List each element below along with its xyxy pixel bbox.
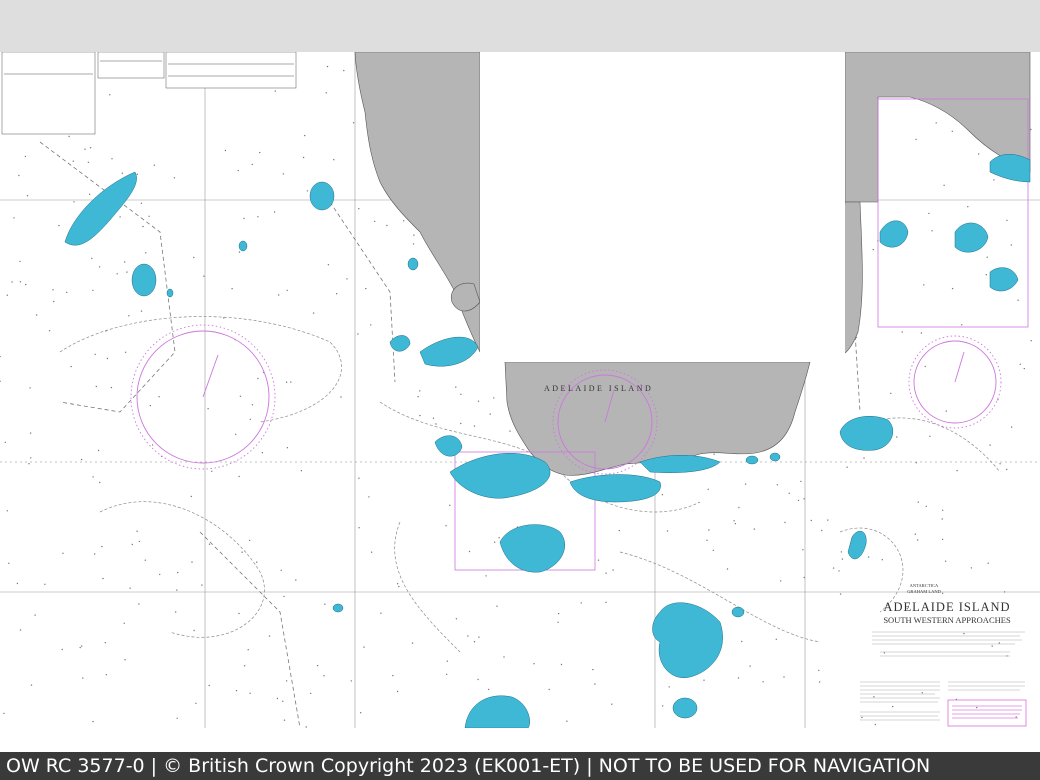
magenta-note-box [947, 699, 1027, 727]
chart-drawing: ADELAIDE ISLAND ANTARCTICA GRAHAM LAND A… [0, 51, 1040, 729]
chart-notes [860, 631, 1025, 721]
inset-cutout [480, 52, 845, 362]
compass-rose-east [908, 335, 1002, 429]
compass-rose-west [130, 324, 276, 470]
nautical-chart[interactable]: ADELAIDE ISLAND ANTARCTICA GRAHAM LAND A… [0, 51, 1040, 729]
region-label-1: ANTARCTICA [910, 583, 939, 588]
east-land [844, 51, 1031, 203]
chart-title: ADELAIDE ISLAND [883, 600, 1010, 614]
chart-subtitle: SOUTH WESTERN APPROACHES [883, 615, 1011, 625]
chart-bottom-margin [0, 728, 1040, 752]
copyright-footer: OW RC 3577-0 | © British Crown Copyright… [0, 752, 1040, 780]
island-name-label: ADELAIDE ISLAND [544, 384, 653, 393]
region-label-2: GRAHAM LAND [907, 589, 941, 594]
top-frame-band [0, 0, 1040, 52]
source-data-panel [1, 51, 297, 135]
